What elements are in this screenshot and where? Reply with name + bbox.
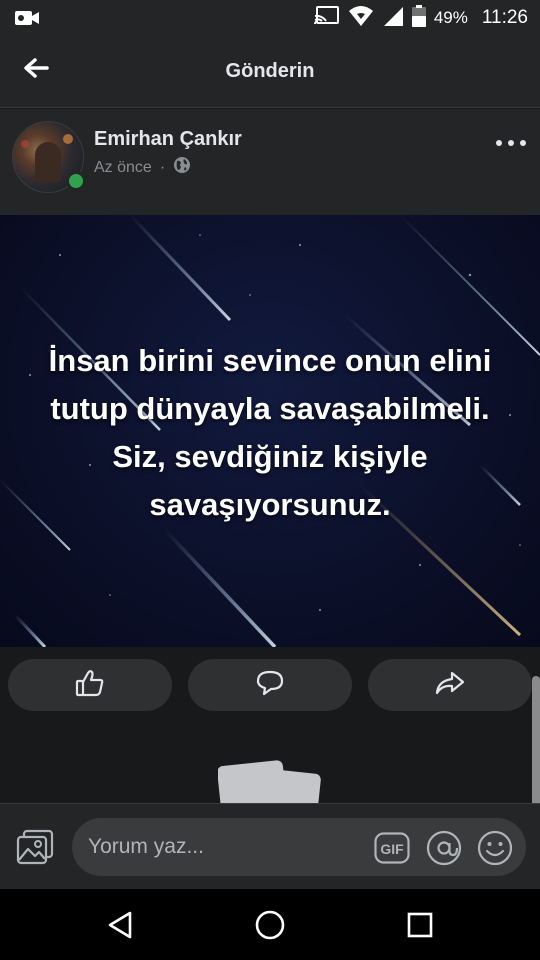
gif-icon: GIF — [374, 832, 410, 864]
comment-button[interactable] — [188, 659, 352, 711]
post-meta: Az önce · — [94, 156, 191, 179]
cell-signal-icon — [382, 5, 404, 32]
more-dot — [508, 140, 514, 146]
post-header: Emirhan Çankır Az önce · — [0, 109, 540, 215]
comment-input-box[interactable]: GIF — [72, 818, 526, 876]
photo-button[interactable] — [14, 828, 56, 870]
clock: 11:26 — [481, 7, 528, 28]
cast-icon — [313, 5, 340, 32]
scrollbar[interactable] — [532, 676, 540, 824]
page-title: Gönderin — [225, 60, 315, 82]
nav-back-button[interactable] — [102, 907, 138, 943]
photo-gallery-icon — [16, 829, 54, 870]
thumbs-up-icon — [75, 669, 105, 702]
more-dot — [520, 140, 526, 146]
comment-input[interactable] — [88, 826, 368, 868]
comments-area — [0, 727, 540, 803]
comment-composer: GIF — [0, 803, 540, 889]
like-button[interactable] — [8, 659, 172, 711]
share-arrow-icon — [435, 670, 465, 701]
author-name[interactable]: Emirhan Çankır — [94, 128, 242, 151]
post-more-button[interactable] — [496, 131, 526, 155]
status-bar: 49% 11:26 — [0, 0, 540, 36]
emoji-icon — [477, 830, 513, 866]
nav-back-icon — [108, 911, 132, 939]
meta-separator: · — [159, 158, 166, 176]
battery-percent: 49% — [433, 8, 468, 27]
system-nav-bar — [0, 889, 540, 960]
empty-comments-illustration — [218, 760, 321, 803]
online-status-dot — [66, 171, 86, 191]
nav-recents-icon — [407, 912, 433, 938]
mention-button[interactable] — [426, 830, 462, 866]
post-actions — [0, 647, 540, 727]
globe-icon[interactable] — [173, 156, 191, 179]
post-timestamp[interactable]: Az önce — [94, 159, 152, 177]
wifi-icon — [348, 5, 374, 32]
emoji-button[interactable] — [477, 830, 513, 866]
nav-home-icon — [255, 910, 285, 940]
post-image[interactable]: İnsan birini sevince onun elini tutup dü… — [0, 215, 540, 647]
at-mention-icon — [426, 830, 462, 866]
battery-icon — [411, 4, 426, 32]
app-header: Gönderin — [0, 36, 540, 108]
nav-recents-button[interactable] — [402, 907, 438, 943]
video-camera-icon — [14, 8, 40, 33]
more-dot — [496, 140, 502, 146]
post-image-quote: İnsan birini sevince onun elini tutup dü… — [48, 343, 492, 522]
nav-home-button[interactable] — [252, 907, 288, 943]
share-button[interactable] — [368, 659, 532, 711]
gif-button[interactable]: GIF — [374, 830, 410, 866]
gif-label: GIF — [380, 841, 404, 857]
comment-bubble-icon — [256, 669, 284, 702]
